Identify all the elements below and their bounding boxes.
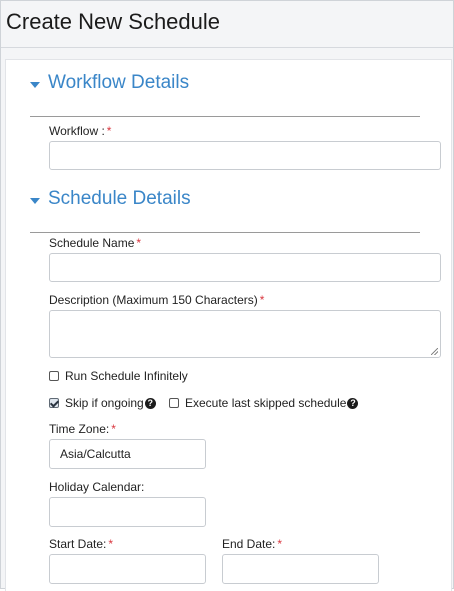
- end-date-input[interactable]: [222, 554, 379, 584]
- required-marker: *: [108, 537, 114, 551]
- time-zone-label: Time Zone: *: [49, 422, 116, 436]
- caret-down-icon[interactable]: [30, 198, 40, 204]
- workflow-label-text: Workflow :: [49, 124, 105, 138]
- required-marker: *: [136, 236, 142, 250]
- description-textarea[interactable]: [49, 310, 441, 358]
- required-marker: *: [259, 293, 265, 307]
- run-infinitely-checkbox[interactable]: [49, 371, 59, 381]
- schedule-details-header[interactable]: Schedule Details: [30, 186, 420, 233]
- start-date-label-text: Start Date:: [49, 537, 107, 551]
- workflow-details-title: Workflow Details: [48, 72, 190, 93]
- page-header: Create New Schedule: [1, 1, 453, 48]
- schedule-name-label-text: Schedule Name: [49, 236, 135, 250]
- end-date-label: End Date: *: [222, 537, 282, 551]
- workflow-details-header[interactable]: Workflow Details: [30, 70, 420, 117]
- workflow-label: Workflow : *: [49, 124, 111, 138]
- required-marker: *: [111, 422, 116, 436]
- execute-last-skipped-checkbox[interactable]: [169, 398, 179, 408]
- workflow-input[interactable]: [49, 141, 441, 170]
- resize-grip-icon[interactable]: [431, 348, 438, 355]
- skip-if-ongoing-label: Skip if ongoing: [65, 396, 144, 410]
- schedule-details-title: Schedule Details: [48, 188, 191, 209]
- schedule-form-card: Workflow Details Workflow : * Schedule De…: [5, 59, 452, 591]
- skip-if-ongoing-checkbox[interactable]: [49, 398, 59, 408]
- caret-down-icon[interactable]: [30, 82, 40, 88]
- schedule-name-input[interactable]: [49, 253, 441, 282]
- required-marker: *: [277, 537, 283, 551]
- description-label-text: Description (Maximum 150 Characters): [49, 293, 258, 307]
- run-infinitely-option[interactable]: Run Schedule Infinitely: [49, 369, 188, 383]
- required-marker: *: [106, 124, 112, 138]
- window-frame: Create New Schedule Workflow Details Wor…: [0, 0, 454, 591]
- page-title: Create New Schedule: [6, 9, 221, 34]
- start-date-label: Start Date: *: [49, 537, 113, 551]
- holiday-calendar-input[interactable]: [49, 497, 206, 527]
- end-date-label-text: End Date:: [222, 537, 276, 551]
- skip-if-ongoing-option[interactable]: Skip if ongoing ?: [49, 396, 156, 410]
- holiday-calendar-label-text: Holiday Calendar:: [49, 480, 145, 494]
- start-date-input[interactable]: [49, 554, 206, 584]
- execute-last-skipped-label: Execute last skipped schedule: [185, 396, 347, 410]
- help-icon[interactable]: ?: [144, 397, 156, 409]
- time-zone-label-text: Time Zone:: [49, 422, 110, 436]
- description-label: Description (Maximum 150 Characters) *: [49, 293, 264, 307]
- execute-last-skipped-option[interactable]: Execute last skipped schedule ?: [169, 396, 359, 410]
- holiday-calendar-label: Holiday Calendar:: [49, 480, 144, 494]
- schedule-name-label: Schedule Name *: [49, 236, 141, 250]
- time-zone-input[interactable]: Asia/Calcutta: [49, 439, 206, 469]
- help-icon[interactable]: ?: [347, 397, 359, 409]
- run-infinitely-label: Run Schedule Infinitely: [65, 369, 188, 383]
